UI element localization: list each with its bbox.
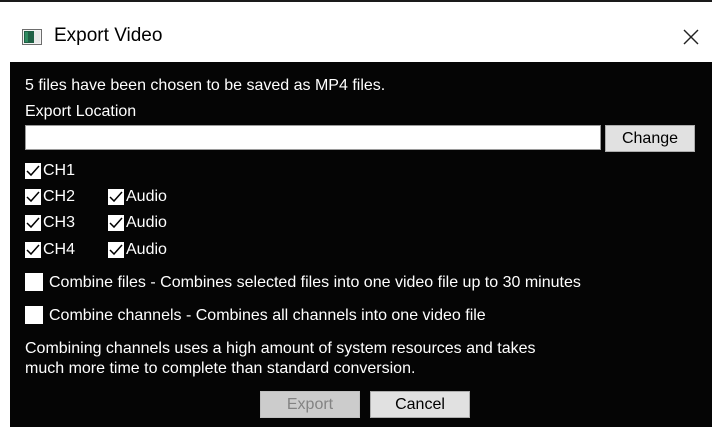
checkmark-icon	[109, 217, 123, 229]
ch3-audio-label: Audio	[126, 214, 167, 231]
close-icon[interactable]	[680, 26, 702, 48]
ch3-checkbox[interactable]	[25, 215, 41, 231]
app-icon	[22, 29, 42, 45]
ch2-audio-checkbox[interactable]	[108, 189, 124, 205]
ch4-label: CH4	[43, 241, 76, 258]
ch1-checkbox[interactable]	[25, 163, 41, 179]
checkmark-icon	[26, 217, 40, 229]
ch2-checkbox[interactable]	[25, 189, 41, 205]
checkmark-icon	[109, 191, 123, 203]
combine-files-label: Combine files - Combines selected files …	[49, 274, 581, 291]
summary-text: 5 files have been chosen to be saved as …	[25, 77, 386, 94]
checkmark-icon	[26, 191, 40, 203]
title-bar: Export Video	[0, 2, 712, 62]
export-button[interactable]: Export	[260, 391, 360, 418]
ch4-checkbox[interactable]	[25, 242, 41, 258]
export-location-input[interactable]	[25, 125, 601, 150]
window-title: Export Video	[54, 25, 163, 46]
export-video-window: Export Video 5 files have been chosen to…	[0, 0, 712, 427]
checkmark-icon	[109, 244, 123, 256]
combine-channels-label: Combine channels - Combines all channels…	[49, 307, 486, 324]
combine-files-checkbox[interactable]	[25, 273, 43, 291]
warning-text-line2: much more time to complete than standard…	[25, 360, 416, 377]
combine-channels-checkbox[interactable]	[25, 306, 43, 324]
export-location-label: Export Location	[25, 103, 137, 120]
warning-text-line1: Combining channels uses a high amount of…	[25, 340, 536, 357]
ch4-audio-label: Audio	[126, 241, 167, 258]
dialog-body: 5 files have been chosen to be saved as …	[10, 62, 712, 427]
checkmark-icon	[26, 244, 40, 256]
ch2-label: CH2	[43, 188, 76, 205]
cancel-button[interactable]: Cancel	[370, 391, 470, 418]
change-button[interactable]: Change	[605, 125, 695, 152]
checkmark-icon	[26, 165, 40, 177]
ch3-audio-checkbox[interactable]	[108, 215, 124, 231]
ch4-audio-checkbox[interactable]	[108, 242, 124, 258]
ch1-label: CH1	[43, 162, 76, 179]
ch2-audio-label: Audio	[126, 188, 167, 205]
ch3-label: CH3	[43, 214, 76, 231]
